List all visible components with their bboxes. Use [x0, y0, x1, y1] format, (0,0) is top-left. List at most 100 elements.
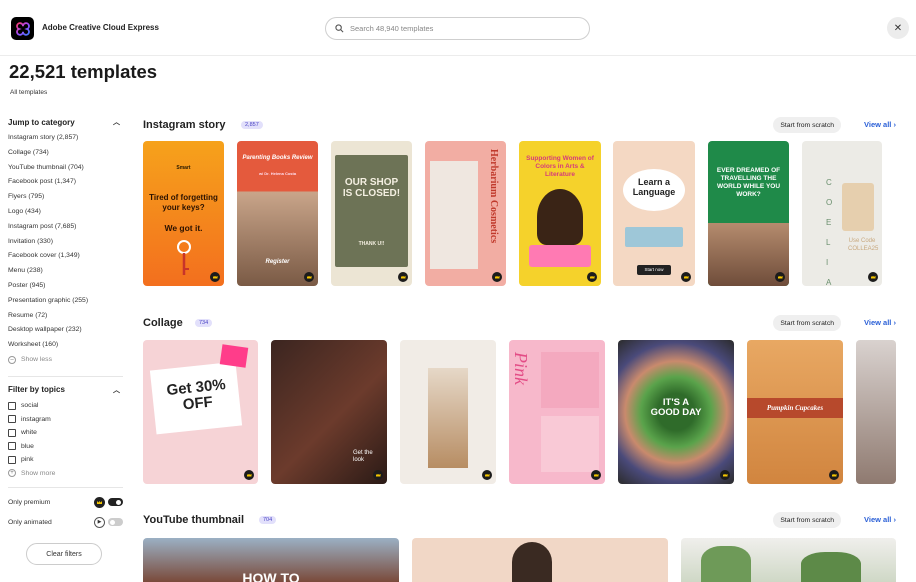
template-card[interactable]: EVER DREAMED OF TRAVELLING THE WORLD WHI…: [708, 141, 789, 286]
card-cta: Register: [265, 259, 290, 265]
checkbox-icon[interactable]: [8, 442, 16, 451]
filter-by-topics-header[interactable]: Filter by topics ︿: [8, 384, 123, 396]
card-caption: Get the look: [353, 450, 373, 463]
premium-crown-icon: [591, 470, 601, 480]
template-card[interactable]: Learn a Language Start now: [613, 141, 695, 286]
jump-to-category-header[interactable]: Jump to category ︿: [8, 116, 123, 128]
show-more-button[interactable]: + Show more: [8, 466, 123, 480]
template-card[interactable]: Pumpkin Cupcakes: [747, 340, 843, 484]
start-from-scratch-button[interactable]: Start from scratch: [773, 117, 841, 133]
show-less-button[interactable]: – Show less: [8, 353, 123, 367]
card-details: w/ Dr. Helena Costa: [258, 171, 297, 176]
category-link[interactable]: Menu (238): [8, 264, 123, 279]
only-premium-toggle[interactable]: [108, 498, 123, 507]
premium-crown-icon: [398, 272, 408, 282]
sidebar: Jump to category ︿ Instagram story (2,85…: [8, 116, 123, 532]
category-link[interactable]: Collage (734): [8, 146, 123, 161]
category-link[interactable]: Worksheet (160): [8, 338, 123, 353]
card-headline: OUR SHOP IS CLOSED!: [342, 177, 401, 199]
only-animated-toggle[interactable]: [108, 518, 123, 527]
premium-crown-icon: [373, 470, 383, 480]
template-card[interactable]: [412, 538, 668, 582]
count-badge: 734: [195, 319, 213, 327]
card-logo: Smart: [176, 165, 191, 171]
card-headline: EVER DREAMED OF TRAVELLING THE WORLD WHI…: [716, 167, 781, 198]
category-link[interactable]: Flyers (795): [8, 190, 123, 205]
topic-label: pink: [21, 456, 34, 464]
category-link[interactable]: Facebook post (1,347): [8, 175, 123, 190]
checkbox-icon[interactable]: [8, 415, 16, 424]
search-bar[interactable]: [325, 17, 590, 40]
creative-cloud-logo-icon[interactable]: [11, 17, 34, 40]
category-link[interactable]: Facebook cover (1,349): [8, 249, 123, 264]
card-headline: Pumpkin Cupcakes: [766, 404, 824, 412]
card-headline: HOW TO: [242, 570, 300, 582]
checkbox-icon[interactable]: [8, 401, 16, 410]
category-link[interactable]: Poster (945): [8, 279, 123, 294]
topic-checkbox[interactable]: white: [8, 426, 123, 440]
category-link[interactable]: YouTube thumbnail (704): [8, 161, 123, 176]
premium-crown-icon: [868, 272, 878, 282]
row-title: Collage: [143, 317, 183, 329]
play-icon: ▶: [94, 516, 105, 528]
topic-checkbox[interactable]: instagram: [8, 412, 123, 426]
brand-name[interactable]: Adobe Creative Cloud Express: [42, 23, 159, 32]
card-promo: Use Code COLLEA25: [848, 238, 879, 252]
row-header-instagram-story: Instagram story 2,857 Start from scratch…: [143, 117, 896, 135]
premium-crown-icon: [775, 272, 785, 282]
checkbox-icon[interactable]: [8, 428, 16, 437]
category-link[interactable]: Presentation graphic (255): [8, 294, 123, 309]
category-link[interactable]: Invitation (330): [8, 235, 123, 250]
template-card[interactable]: Herbarium Cosmetics: [425, 141, 506, 286]
close-button[interactable]: ✕: [887, 17, 909, 39]
show-less-label: Show less: [21, 356, 52, 364]
template-card[interactable]: [400, 340, 496, 484]
premium-crown-icon: [492, 272, 502, 282]
search-input[interactable]: [350, 24, 570, 33]
premium-crown-icon: [587, 272, 597, 282]
template-card[interactable]: IT'S A GOOD DAY: [618, 340, 734, 484]
template-card[interactable]: [681, 538, 896, 582]
chevron-up-icon[interactable]: ︿: [113, 385, 120, 395]
clear-filters-button[interactable]: Clear filters: [26, 543, 102, 565]
card-headline: Tired of forgetting your keys?: [149, 193, 218, 212]
template-card[interactable]: C O E L I A Use Code COLLEA25: [802, 141, 882, 286]
page-title: 22,521 templates: [9, 61, 158, 82]
topic-checkbox[interactable]: pink: [8, 453, 123, 467]
template-card[interactable]: Supporting Women of Colors in Arts & Lit…: [519, 141, 601, 286]
view-all-link[interactable]: View all ›: [864, 120, 896, 129]
category-link[interactable]: Desktop wallpaper (232): [8, 323, 123, 338]
start-from-scratch-button[interactable]: Start from scratch: [773, 315, 841, 331]
template-card[interactable]: Get 30% OFF: [143, 340, 258, 484]
view-all-link[interactable]: View all ›: [864, 515, 896, 524]
category-link[interactable]: Logo (434): [8, 205, 123, 220]
topic-label: social: [21, 402, 39, 410]
template-card[interactable]: Parenting Books Review w/ Dr. Helena Cos…: [237, 141, 318, 286]
show-more-label: Show more: [21, 469, 56, 477]
category-link[interactable]: Resume (72): [8, 309, 123, 324]
close-icon: ✕: [893, 22, 903, 34]
topic-checkbox[interactable]: blue: [8, 439, 123, 453]
template-card[interactable]: OUR SHOP IS CLOSED! THANK U!!: [331, 141, 412, 286]
card-headline: Herbarium Cosmetics: [488, 149, 499, 244]
premium-crown-icon: [482, 470, 492, 480]
start-from-scratch-button[interactable]: Start from scratch: [773, 512, 841, 528]
card-headline: Parenting Books Review: [242, 155, 313, 161]
premium-crown-icon: [681, 272, 691, 282]
topic-label: blue: [21, 442, 34, 450]
only-premium-label: Only premium: [8, 498, 51, 506]
template-card[interactable]: HOW TO: [143, 538, 399, 582]
breadcrumb[interactable]: All templates: [10, 89, 47, 96]
category-link[interactable]: Instagram post (7,685): [8, 220, 123, 235]
topic-checkbox[interactable]: social: [8, 399, 123, 413]
template-card[interactable]: [856, 340, 896, 484]
card-headline: Supporting Women of Colors in Arts & Lit…: [526, 155, 594, 178]
chevron-up-icon[interactable]: ︿: [113, 117, 120, 127]
template-card[interactable]: Get the look: [271, 340, 387, 484]
count-badge: 704: [259, 516, 277, 524]
checkbox-icon[interactable]: [8, 455, 16, 464]
category-link[interactable]: Instagram story (2,857): [8, 131, 123, 146]
template-card[interactable]: Pink: [509, 340, 605, 484]
view-all-link[interactable]: View all ›: [864, 318, 896, 327]
template-card[interactable]: Smart Tired of forgetting your keys? We …: [143, 141, 224, 286]
